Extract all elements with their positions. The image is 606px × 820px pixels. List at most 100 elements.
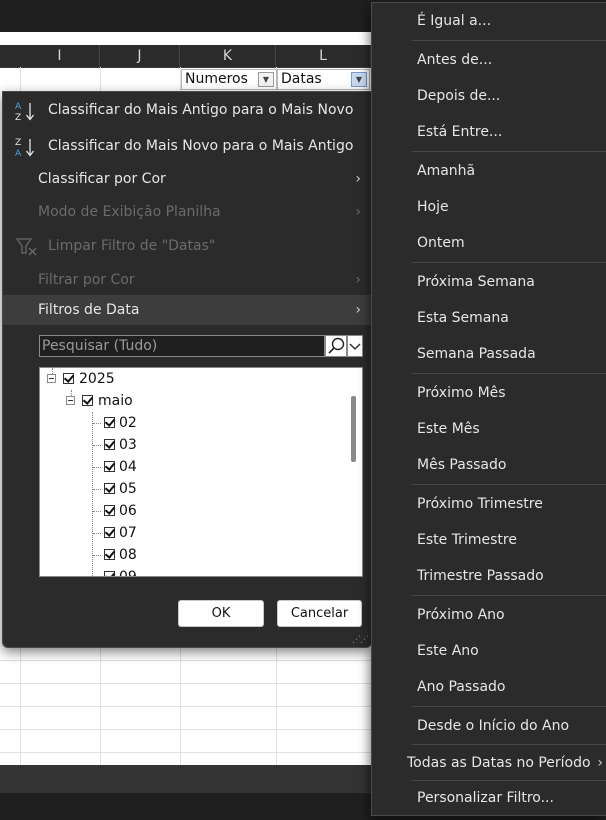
menu-item-next-month[interactable]: Próximo Mês — [372, 376, 606, 410]
search-icon — [328, 337, 345, 354]
column-header-j[interactable]: J — [100, 45, 180, 67]
sort-by-color[interactable]: Classificar por Cor › — [3, 164, 371, 194]
checkbox-checked[interactable] — [82, 395, 93, 406]
tree-line — [92, 412, 93, 576]
tree-node-day[interactable]: 06 — [101, 501, 221, 521]
menu-item-last-year[interactable]: Ano Passado — [372, 670, 606, 704]
tree-node-label: 04 — [119, 459, 137, 475]
menu-item-last-month[interactable]: Mês Passado — [372, 448, 606, 482]
tree-node-day[interactable]: 04 — [101, 457, 221, 477]
tree-node-day[interactable]: 02 — [101, 413, 221, 433]
checkbox-checked[interactable] — [104, 483, 115, 494]
tree-node-month[interactable]: maio — [66, 391, 266, 411]
clear-filter-icon — [16, 238, 37, 256]
clear-filter-label: Limpar Filtro de "Datas" — [48, 238, 216, 254]
checkbox-checked[interactable] — [104, 505, 115, 516]
menu-item-label: Próximo Trimestre — [417, 496, 543, 512]
menu-item-next-year[interactable]: Próximo Ano — [372, 598, 606, 632]
sort-ascending-icon: A Z — [15, 102, 35, 122]
menu-item-this-week[interactable]: Esta Semana — [372, 301, 606, 335]
sort-newest-to-oldest[interactable]: Z A Classificar do Mais Novo para o Mais… — [3, 131, 371, 161]
tree-node-day[interactable]: 09 — [101, 567, 221, 576]
tree-node-label: 05 — [119, 481, 137, 497]
menu-item-all-dates-in-period[interactable]: Todas as Datas no Período › — [372, 746, 606, 780]
menu-item-custom-filter[interactable]: Personalizar Filtro... — [372, 781, 606, 815]
column-header-k[interactable]: K — [180, 45, 276, 67]
menu-item-year-to-date[interactable]: Desde o Início do Ano — [372, 709, 606, 743]
chevron-right-icon: › — [355, 171, 361, 187]
resize-grip-icon[interactable]: ⋰⋰ — [352, 635, 369, 645]
menu-item-label: Desde o Início do Ano — [417, 718, 570, 734]
collapse-icon[interactable] — [66, 396, 75, 405]
collapse-icon[interactable] — [47, 374, 56, 383]
menu-item-last-quarter[interactable]: Trimestre Passado — [372, 559, 606, 593]
search-button[interactable] — [325, 335, 347, 357]
menu-item-next-quarter[interactable]: Próximo Trimestre — [372, 487, 606, 521]
menu-item-this-month[interactable]: Este Mês — [372, 412, 606, 446]
menu-item-label: Semana Passada — [417, 346, 536, 362]
checkbox-checked[interactable] — [63, 373, 74, 384]
scrollbar-thumb[interactable] — [351, 396, 356, 462]
header-cell-datas[interactable]: Datas ▼ — [277, 69, 370, 90]
checkbox-checked[interactable] — [104, 571, 115, 576]
cancel-button[interactable]: Cancelar — [277, 600, 362, 627]
search-scope-dropdown[interactable] — [347, 335, 363, 357]
sort-oldest-to-newest[interactable]: A Z Classificar do Mais Antigo para o Ma… — [3, 95, 371, 125]
date-filters[interactable]: Filtros de Data › — [3, 295, 371, 325]
menu-item-label: Próximo Ano — [417, 607, 505, 623]
menu-item-label: Amanhã — [417, 163, 476, 179]
svg-text:A: A — [15, 102, 22, 112]
menu-item-label: Trimestre Passado — [417, 568, 544, 584]
menu-item-this-year[interactable]: Este Ano — [372, 634, 606, 668]
column-header-l[interactable]: L — [276, 45, 371, 67]
menu-item-label: Antes de... — [417, 52, 493, 68]
column-header-i[interactable]: I — [20, 45, 100, 67]
menu-item-label: Ano Passado — [417, 679, 506, 695]
values-tree[interactable]: 2025 maio 02 03 04 05 06 07 08 09 — [39, 367, 363, 577]
clear-filter: Limpar Filtro de "Datas" — [3, 231, 371, 261]
menu-item-equals[interactable]: É Igual a... — [372, 4, 606, 38]
tree-line — [93, 489, 101, 490]
tree-node-label: 07 — [119, 525, 137, 541]
autofilter-panel: A Z Classificar do Mais Antigo para o Ma… — [2, 91, 372, 648]
menu-item-next-week[interactable]: Próxima Semana — [372, 265, 606, 299]
checkbox-checked[interactable] — [104, 439, 115, 450]
tree-line — [93, 511, 101, 512]
tree-node-label: 08 — [119, 547, 137, 563]
ok-button[interactable]: OK — [178, 600, 264, 627]
tree-node-label: maio — [98, 393, 133, 409]
menu-item-between[interactable]: Está Entre... — [372, 115, 606, 149]
checkbox-checked[interactable] — [104, 549, 115, 560]
tree-line — [93, 423, 101, 424]
menu-item-today[interactable]: Hoje — [372, 190, 606, 224]
menu-item-this-quarter[interactable]: Este Trimestre — [372, 523, 606, 557]
header-cell-numeros[interactable]: Numeros ▼ — [181, 69, 277, 90]
menu-item-tomorrow[interactable]: Amanhã — [372, 154, 606, 188]
menu-item-label: Todas as Datas no Período — [407, 755, 591, 771]
menu-item-label: Este Ano — [417, 643, 479, 659]
menu-item-label: Ontem — [417, 235, 465, 251]
tree-node-day[interactable]: 05 — [101, 479, 221, 499]
tree-node-day[interactable]: 08 — [101, 545, 221, 565]
search-input[interactable]: Pesquisar (Tudo) — [39, 335, 325, 357]
menu-item-last-week[interactable]: Semana Passada — [372, 337, 606, 371]
filter-dropdown-button[interactable]: ▼ — [351, 72, 367, 87]
checkbox-checked[interactable] — [104, 417, 115, 428]
chevron-right-icon: › — [355, 302, 361, 318]
menu-item-yesterday[interactable]: Ontem — [372, 226, 606, 260]
menu-item-label: Este Mês — [417, 421, 480, 437]
tree-node-year[interactable]: 2025 — [47, 369, 247, 389]
filter-dropdown-button[interactable]: ▼ — [258, 72, 274, 87]
tree-node-day[interactable]: 07 — [101, 523, 221, 543]
menu-item-before[interactable]: Antes de... — [372, 43, 606, 77]
menu-item-label: Hoje — [417, 199, 449, 215]
checkbox-checked[interactable] — [104, 527, 115, 538]
tree-scrollbar[interactable] — [346, 368, 362, 576]
header-cell-label: Datas — [281, 71, 322, 87]
sheet-view-label: Modo de Exibição Planilha — [38, 204, 221, 220]
menu-item-after[interactable]: Depois de... — [372, 79, 606, 113]
filter-by-color: Filtrar por Cor › — [3, 265, 371, 295]
tree-node-day[interactable]: 03 — [101, 435, 221, 455]
checkbox-checked[interactable] — [104, 461, 115, 472]
menu-item-label: Esta Semana — [417, 310, 509, 326]
